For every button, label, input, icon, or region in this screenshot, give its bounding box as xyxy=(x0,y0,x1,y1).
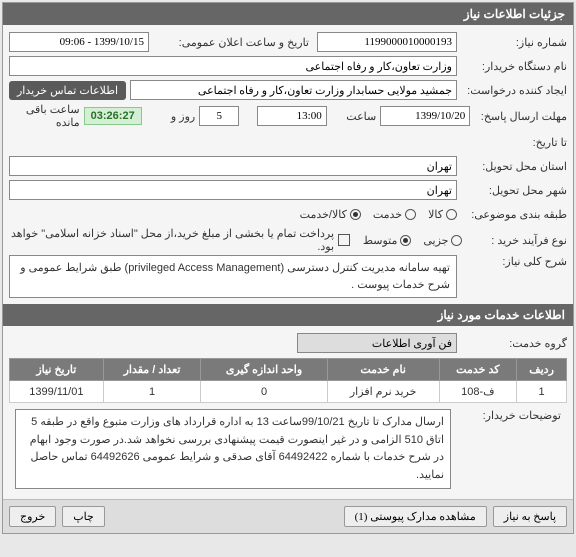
table-cell: ف-108 xyxy=(439,381,517,403)
view-attachments-button[interactable]: مشاهده مدارک پیوستی (1) xyxy=(344,506,487,527)
radio-label: جزیی xyxy=(423,234,448,247)
org-name-label: نام دستگاه خریدار: xyxy=(457,60,567,73)
deadline-date-field[interactable] xyxy=(380,106,470,126)
radio-dot-icon xyxy=(405,209,416,220)
purchase-type-radio-group: جزیی متوسط xyxy=(363,234,463,247)
table-cell: 1399/11/01 xyxy=(10,381,104,403)
radio-dot-icon xyxy=(350,209,361,220)
buyer-notes-text: ارسال مدارک تا تاریخ 99/10/21ساعت 13 به … xyxy=(15,409,451,489)
days-and-label: روز و xyxy=(146,110,200,123)
table-row[interactable]: 1ف-108خرید نرم افزار011399/11/01 xyxy=(10,381,567,403)
table-header: کد خدمت xyxy=(439,359,517,381)
delivery-province-field[interactable] xyxy=(9,156,457,176)
creator-label: ایجاد کننده درخواست: xyxy=(457,84,567,97)
deadline-hour-field[interactable] xyxy=(257,106,327,126)
item-type-label: طبقه بندی موضوعی: xyxy=(457,208,567,221)
treasury-checkbox[interactable] xyxy=(338,234,349,246)
radio-label: کالا/خدمت xyxy=(300,208,347,221)
table-cell: 1 xyxy=(517,381,567,403)
delivery-province-label: استان محل تحویل: xyxy=(457,160,567,173)
table-header: ردیف xyxy=(517,359,567,381)
item-type-radio-group: کالا خدمت کالا/خدمت xyxy=(300,208,457,221)
radio-label: متوسط xyxy=(363,234,398,247)
creator-field[interactable] xyxy=(130,80,457,100)
radio-label: کالا xyxy=(428,208,443,221)
table-header: تاریخ نیاز xyxy=(10,359,104,381)
contact-buyer-button[interactable]: اطلاعات تماس خریدار xyxy=(9,81,126,100)
item-type-option-2[interactable]: کالا/خدمت xyxy=(300,208,361,221)
to-date-label: تا تاریخ: xyxy=(457,136,567,149)
exit-button[interactable]: خروج xyxy=(9,506,56,527)
org-name-field[interactable] xyxy=(9,56,457,76)
respond-button[interactable]: پاسخ به نیاز xyxy=(493,506,567,527)
buyer-notes-label: توضیحات خریدار: xyxy=(451,409,561,489)
item-type-option-1[interactable]: خدمت xyxy=(373,208,416,221)
remaining-label: ساعت باقی مانده xyxy=(9,103,80,129)
radio-dot-icon xyxy=(446,209,457,220)
bottom-toolbar: پاسخ به نیاز مشاهده مدارک پیوستی (1) چاپ… xyxy=(3,499,573,533)
radio-dot-icon xyxy=(451,235,462,246)
table-header: واحد اندازه گیری xyxy=(201,359,327,381)
delivery-city-field[interactable] xyxy=(9,180,457,200)
announce-date-label: تاریخ و ساعت اعلان عمومی: xyxy=(149,36,309,49)
table-header: تعداد / مقدار xyxy=(103,359,201,381)
countdown-timer: 03:26:27 xyxy=(84,107,142,125)
purchase-type-label: نوع فرآیند خرید : xyxy=(462,234,567,247)
page-title: جزئیات اطلاعات نیاز xyxy=(3,3,573,25)
treasury-note: پرداخت تمام یا بخشی از مبلغ خرید،از محل … xyxy=(9,227,334,253)
general-desc-box: تهیه سامانه مدیریت کنترل دسترسی (privile… xyxy=(9,255,457,298)
table-cell: 1 xyxy=(103,381,201,403)
deadline-label: مهلت ارسال پاسخ: xyxy=(470,110,567,123)
purchase-type-option-1[interactable]: متوسط xyxy=(363,234,412,247)
main-panel: جزئیات اطلاعات نیاز شماره نیاز: تاریخ و … xyxy=(2,2,574,534)
services-section-header: اطلاعات خدمات مورد نیاز xyxy=(3,304,573,326)
days-remaining-field xyxy=(199,106,239,126)
form-area: شماره نیاز: تاریخ و ساعت اعلان عمومی: نا… xyxy=(3,25,573,304)
service-group-field[interactable] xyxy=(297,333,457,353)
print-button[interactable]: چاپ xyxy=(62,506,105,527)
need-number-label: شماره نیاز: xyxy=(457,36,567,49)
table-cell: خرید نرم افزار xyxy=(327,381,439,403)
table-cell: 0 xyxy=(201,381,327,403)
general-desc-label: شرح کلی نیاز: xyxy=(457,255,567,268)
service-group-label: گروه خدمت: xyxy=(457,337,567,350)
need-number-field[interactable] xyxy=(317,32,457,52)
services-table: ردیفکد خدمتنام خدمتواحد اندازه گیریتعداد… xyxy=(9,358,567,403)
radio-dot-icon xyxy=(400,235,411,246)
table-header: نام خدمت xyxy=(327,359,439,381)
item-type-option-0[interactable]: کالا xyxy=(428,208,457,221)
hour-label: ساعت xyxy=(327,110,381,123)
radio-label: خدمت xyxy=(373,208,402,221)
purchase-type-option-0[interactable]: جزیی xyxy=(423,234,462,247)
announce-date-field[interactable] xyxy=(9,32,149,52)
delivery-city-label: شهر محل تحویل: xyxy=(457,184,567,197)
